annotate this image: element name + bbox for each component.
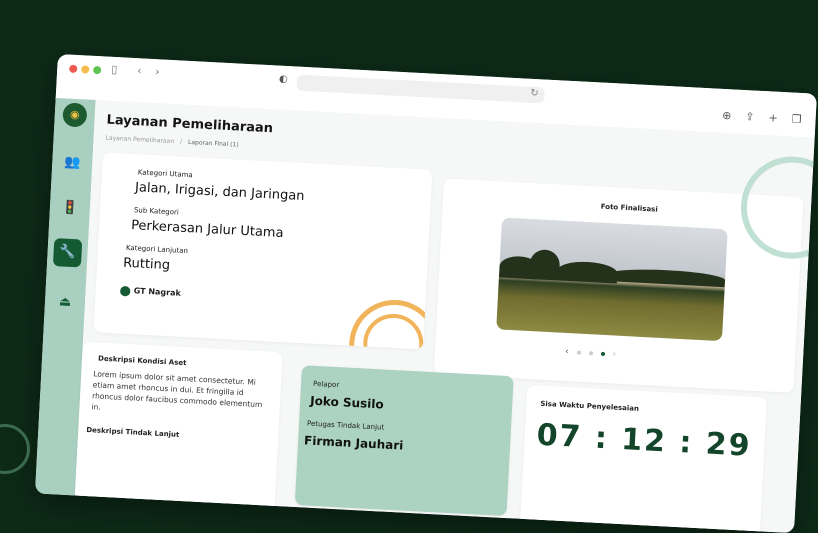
- sub-kategori-label: Sub Kategori: [133, 206, 179, 217]
- photo-title: Foto Finalisasi: [600, 202, 658, 214]
- pager-dot[interactable]: [576, 350, 581, 355]
- browser-window: ▯ ‹ › ◐ ↻ ⊕ ⇪ + ❐ ◉ 👥 🚦 🔧 ⏏ Layanan Peme…: [34, 54, 817, 533]
- maximize-window-button[interactable]: [93, 65, 102, 75]
- close-window-button[interactable]: [69, 64, 78, 74]
- tabs-icon[interactable]: ❐: [791, 112, 802, 125]
- timer-value: 07 : 12 : 29: [535, 417, 753, 464]
- browser-toolbar-right: ⊕ ⇪ + ❐: [722, 109, 802, 126]
- back-icon[interactable]: ‹: [137, 64, 142, 78]
- petugas-value: Firman Jauhari: [303, 433, 404, 453]
- breadcrumb: Layanan Pemeliharaan / Laporan Final (1): [105, 134, 239, 149]
- minimize-window-button[interactable]: [81, 65, 90, 74]
- stamp-icon[interactable]: ⏏: [50, 288, 79, 317]
- address-bar[interactable]: ↻: [296, 74, 545, 104]
- decor-ring-corner: [0, 424, 30, 474]
- sidebar-toggle-icon[interactable]: ▯: [111, 63, 118, 77]
- tindak-label: Deskripsi Tindak Lanjut: [86, 426, 180, 439]
- share-icon[interactable]: ⇪: [745, 110, 755, 123]
- kondisi-text: Lorem ipsum dolor sit amet consectetur. …: [91, 369, 263, 412]
- next-photo-icon[interactable]: ›: [612, 349, 616, 359]
- location-text: GT Nagrak: [133, 286, 182, 298]
- kategori-lanjutan-label: Kategori Lanjutan: [125, 243, 189, 256]
- pager-dot[interactable]: [588, 351, 593, 356]
- kategori-utama-value: Jalan, Irigasi, dan Jaringan: [134, 180, 305, 205]
- plus-icon[interactable]: +: [768, 111, 778, 124]
- kategori-lanjutan-value: Rutting: [122, 255, 171, 274]
- page-title: Layanan Pemeliharaan: [106, 112, 274, 137]
- users-icon[interactable]: 👥: [58, 148, 87, 177]
- petugas-label: Petugas Tindak Lanjut: [306, 419, 385, 432]
- location-pin-icon: ⬤: [119, 285, 132, 298]
- pelapor-value: Joko Susilo: [309, 393, 385, 412]
- download-icon[interactable]: ⊕: [722, 109, 732, 122]
- tools-icon[interactable]: 🔧: [52, 238, 83, 268]
- timer-label: Sisa Waktu Penyelesaian: [540, 399, 640, 413]
- kategori-utama-label: Kategori Utama: [137, 168, 193, 180]
- prev-photo-icon[interactable]: ‹: [565, 347, 569, 357]
- shield-icon[interactable]: ◐: [279, 74, 288, 85]
- kondisi-label: Deskripsi Kondisi Aset: [97, 354, 187, 368]
- reload-icon[interactable]: ↻: [530, 88, 539, 99]
- main-content: Layanan Pemeliharaan Layanan Pemeliharaa…: [73, 100, 817, 533]
- pager-dot-active[interactable]: [600, 351, 605, 357]
- photo-pager: ‹ ›: [565, 347, 617, 360]
- timer-card: Sisa Waktu Penyelesaian 07 : 12 : 29: [519, 385, 767, 533]
- sub-kategori-value: Perkerasan Jalur Utama: [130, 218, 284, 242]
- app-logo[interactable]: ◉: [62, 102, 88, 128]
- people-card: Pelapor Joko Susilo Petugas Tindak Lanju…: [294, 365, 514, 517]
- pelapor-label: Pelapor: [312, 379, 340, 390]
- forward-icon[interactable]: ›: [155, 65, 160, 79]
- finalization-photo[interactable]: [496, 217, 728, 342]
- traffic-light-icon[interactable]: 🚦: [55, 194, 84, 223]
- breadcrumb-item-laporan: Laporan Final (1): [187, 138, 239, 149]
- description-card: Deskripsi Kondisi Aset Lorem ipsum dolor…: [73, 341, 283, 533]
- breadcrumb-item-layanan[interactable]: Layanan Pemeliharaan: [105, 135, 174, 146]
- category-card: Kategori Utama Jalan, Irigasi, dan Jarin…: [93, 152, 433, 350]
